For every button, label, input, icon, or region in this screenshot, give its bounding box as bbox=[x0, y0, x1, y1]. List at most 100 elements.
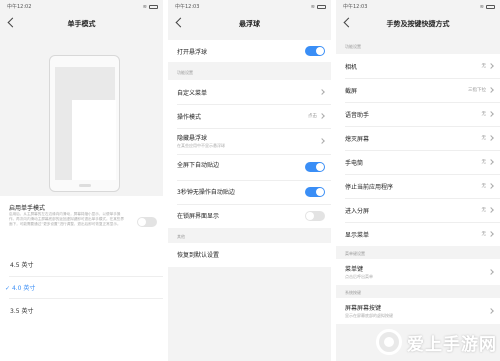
restore-default-label: 恢复到默认设置 bbox=[177, 252, 220, 259]
shrunk-screen-area bbox=[72, 100, 116, 180]
divider bbox=[177, 104, 331, 105]
chevron-right-icon bbox=[488, 87, 494, 93]
divider bbox=[177, 128, 331, 129]
open-floating-ball-row[interactable]: 打开悬浮球 bbox=[168, 40, 331, 62]
shortcut-value: 无 bbox=[481, 232, 487, 237]
hide-ball-label: 隐藏悬浮球 bbox=[177, 135, 208, 142]
title-bar: 单手模式 bbox=[0, 14, 163, 36]
divider bbox=[345, 78, 500, 79]
shortcut-label: 相机 bbox=[345, 64, 358, 71]
section-header-other: 其他 bbox=[177, 234, 185, 239]
chevron-right-icon bbox=[319, 113, 325, 119]
divider bbox=[345, 126, 500, 127]
divider bbox=[177, 154, 331, 155]
status-icons: ≋ bbox=[480, 3, 495, 10]
size-options: 4.5 英寸 ✓ 4.0 英寸 3.5 英寸 bbox=[0, 252, 163, 361]
chevron-right-icon bbox=[488, 159, 494, 165]
screen-key-sublabel: 显示在屏幕底部的虚拟按键 bbox=[345, 313, 393, 318]
watermark-text: 爱上手游网 bbox=[407, 334, 497, 355]
wifi-icon: ≋ bbox=[310, 3, 315, 10]
fullscreen-snap-label: 全屏下自动贴边 bbox=[177, 162, 220, 169]
size-option-3-5[interactable]: 3.5 英寸 bbox=[10, 306, 33, 315]
chevron-right-icon bbox=[319, 138, 325, 144]
lockscreen-show-row[interactable]: 在锁屏界面显示 bbox=[168, 204, 331, 228]
title-bar: 悬浮球 bbox=[168, 14, 331, 36]
chevron-right-icon bbox=[488, 135, 494, 141]
shortcut-row-show-menu[interactable]: 显示菜单 无 bbox=[336, 222, 500, 246]
menu-key-sublabel: 点击后呼出菜单 bbox=[345, 274, 373, 279]
chevron-right-icon bbox=[488, 207, 494, 213]
status-icons: ≋ bbox=[143, 3, 158, 10]
screen-key-label: 屏幕屏幕按键 bbox=[345, 305, 382, 312]
shortcut-value: 无 bbox=[481, 136, 487, 141]
status-icons: ≋ bbox=[311, 3, 326, 10]
chevron-right-icon bbox=[488, 231, 494, 237]
restore-default-row[interactable]: 恢复到默认设置 bbox=[168, 243, 331, 267]
chevron-right-icon bbox=[319, 89, 325, 95]
size-option-4-0-label: 4.0 英寸 bbox=[11, 285, 36, 292]
page-title: 单手模式 bbox=[67, 20, 96, 28]
screenshot-collage: 中午12:02 ≋ 单手模式 启用单手模式 启用后，从主屏幕的左右边缘向内滑动，… bbox=[0, 0, 500, 361]
section-header-menu-key: 菜单键设置 bbox=[345, 251, 365, 256]
action-mode-value: 点击 bbox=[308, 114, 317, 119]
battery-icon bbox=[486, 4, 495, 9]
shortcut-row-flashlight[interactable]: 手电筒 无 bbox=[336, 150, 500, 174]
screen-key-row[interactable]: 屏幕屏幕按键 显示在屏幕底部的虚拟按键 bbox=[336, 298, 500, 324]
enable-one-hand-row[interactable]: 启用单手模式 启用后，从主屏幕的左右边缘向内滑动，屏幕将缩小显示，以便单手操作。… bbox=[0, 196, 163, 252]
action-mode-row[interactable]: 操作模式 点击 bbox=[168, 104, 331, 128]
shortcut-row-split-screen[interactable]: 进入分屏 无 bbox=[336, 198, 500, 222]
shortcut-value: 无 bbox=[481, 184, 487, 189]
shortcut-row-camera[interactable]: 相机 无 bbox=[336, 54, 500, 78]
shortcut-row-stop-app[interactable]: 停止当前应用程序 无 bbox=[336, 174, 500, 198]
page-title: 手势及按键快捷方式 bbox=[386, 20, 450, 28]
idle-snap-row[interactable]: 3秒钟无操作自动贴边 bbox=[168, 180, 331, 204]
menu-key-row[interactable]: 菜单键 点击后呼出菜单 bbox=[336, 259, 500, 285]
status-bar: 中午12:02 ≋ bbox=[0, 0, 163, 10]
chevron-right-icon bbox=[488, 308, 494, 314]
divider bbox=[345, 222, 500, 223]
lockscreen-show-toggle[interactable] bbox=[305, 211, 325, 221]
divider bbox=[345, 150, 500, 151]
size-option-4-5[interactable]: 4.5 英寸 bbox=[10, 260, 33, 269]
shortcut-row-screenshot[interactable]: 截屏 三指下拉 bbox=[336, 78, 500, 102]
shortcut-label: 截屏 bbox=[345, 88, 358, 95]
size-option-4-0[interactable]: ✓ 4.0 英寸 bbox=[5, 283, 35, 292]
one-hand-description: 启用后，从主屏幕的左右边缘向内滑动，屏幕将缩小显示，以便单手操作。再次向内滑动主… bbox=[9, 212, 124, 227]
shortcut-row-voice-assistant[interactable]: 语音助手 无 bbox=[336, 102, 500, 126]
section-header-system-keys: 系统按键 bbox=[345, 290, 361, 295]
watermark-logo-icon bbox=[376, 329, 402, 355]
chevron-right-icon bbox=[488, 63, 494, 69]
idle-snap-toggle[interactable] bbox=[305, 187, 325, 197]
enable-one-hand-label: 启用单手模式 bbox=[9, 205, 46, 212]
shortcut-label: 语音助手 bbox=[345, 112, 370, 119]
wifi-icon: ≋ bbox=[479, 3, 484, 10]
status-bar: 中午12:03 ≋ bbox=[168, 0, 331, 10]
shortcut-value: 无 bbox=[481, 64, 487, 69]
custom-menu-label: 自定义菜单 bbox=[177, 90, 208, 97]
page-title: 悬浮球 bbox=[239, 20, 260, 28]
battery-icon bbox=[149, 4, 158, 9]
chevron-right-icon bbox=[488, 269, 494, 275]
shortcut-row-screen-off[interactable]: 熄灭屏幕 无 bbox=[336, 126, 500, 150]
menu-key-label: 菜单键 bbox=[345, 266, 364, 273]
shortcut-value: 无 bbox=[481, 160, 487, 165]
divider bbox=[9, 276, 163, 277]
hide-ball-row[interactable]: 隐藏悬浮球 在某些应用中不显示悬浮球 bbox=[168, 128, 331, 154]
divider bbox=[345, 102, 500, 103]
fullscreen-snap-toggle[interactable] bbox=[305, 162, 325, 172]
hide-ball-sublabel: 在某些应用中不显示悬浮球 bbox=[177, 143, 225, 148]
shortcut-label: 熄灭屏幕 bbox=[345, 136, 370, 143]
one-hand-toggle[interactable] bbox=[137, 217, 157, 227]
action-mode-label: 操作模式 bbox=[177, 114, 202, 121]
open-floating-ball-toggle[interactable] bbox=[305, 46, 325, 56]
divider bbox=[177, 204, 331, 205]
floating-ball-screen: 中午12:03 ≋ 悬浮球 打开悬浮球 功能设置 自定义菜单 操作模式 点击 隐… bbox=[168, 0, 331, 361]
fullscreen-snap-row[interactable]: 全屏下自动贴边 bbox=[168, 154, 331, 180]
custom-menu-row[interactable]: 自定义菜单 bbox=[168, 80, 331, 104]
status-time: 中午12:03 bbox=[175, 4, 200, 10]
shortcut-value: 无 bbox=[481, 208, 487, 213]
phone-home-button bbox=[79, 184, 91, 187]
chevron-right-icon bbox=[488, 111, 494, 117]
shortcut-value: 无 bbox=[481, 112, 487, 117]
shortcut-value: 三指下拉 bbox=[468, 88, 486, 93]
